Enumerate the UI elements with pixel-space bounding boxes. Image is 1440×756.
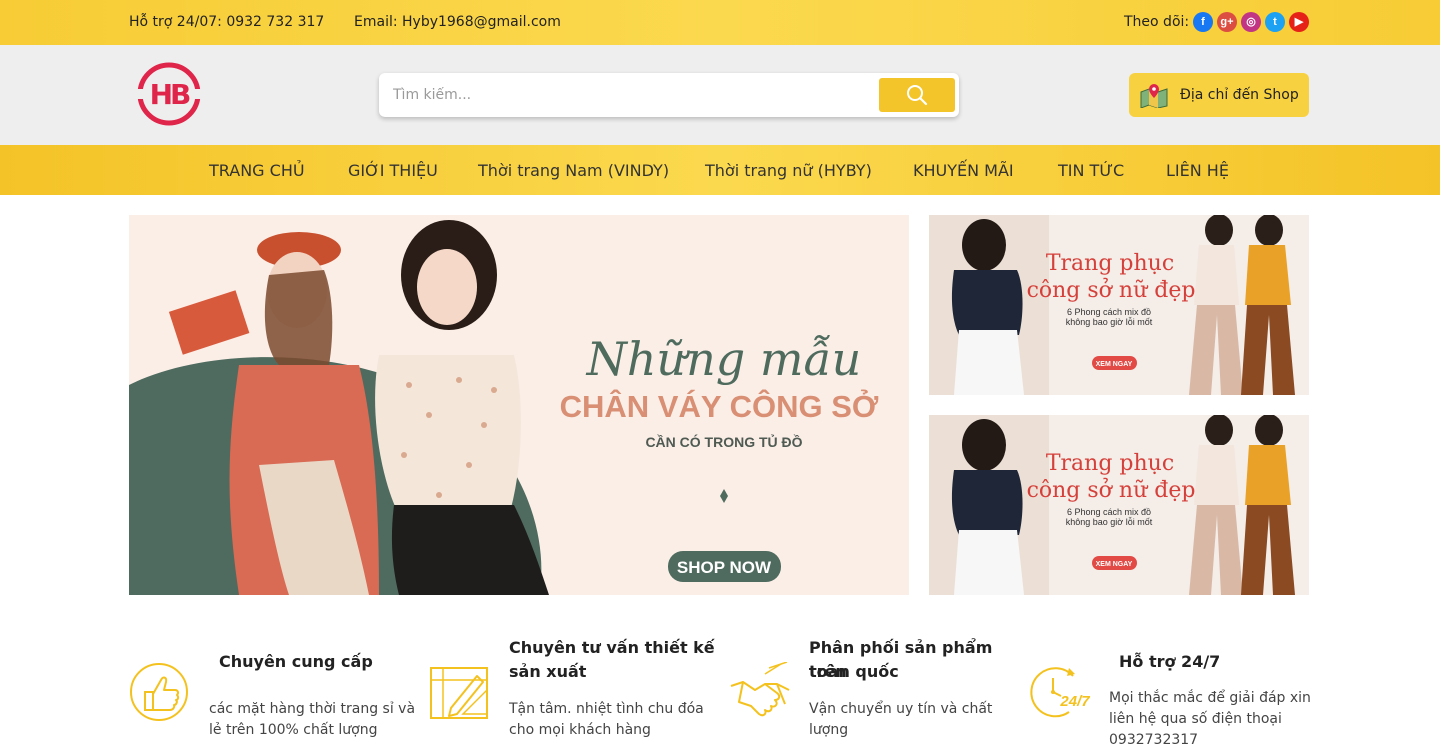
search-input[interactable] xyxy=(393,81,863,109)
support-email[interactable]: Email: Hyby1968@gmail.com xyxy=(354,14,561,30)
hero-illustration: Những mẫu CHÂN VÁY CÔNG SỞ CẦN CÓ TRONG … xyxy=(129,215,909,595)
twitter-icon[interactable]: t xyxy=(1265,12,1285,32)
support-icon-text: 24/7 xyxy=(1059,693,1090,710)
feature-title-line2: sản xuất xyxy=(509,662,587,681)
side-banner-title-line1: Trang phục xyxy=(1046,251,1174,276)
feature-desc-line2: lượng xyxy=(809,722,849,738)
header: HB Địa chỉ đến Shop xyxy=(0,45,1440,145)
nav-item-about[interactable]: GIỚI THIỆU xyxy=(348,161,438,180)
nav-item-men-fashion[interactable]: Thời trang Nam (VINDY) xyxy=(478,161,669,180)
logo-text: HB xyxy=(150,78,190,111)
search-icon xyxy=(907,85,928,106)
side-banner-desc-line1: 6 Phong cách mix đồ xyxy=(1067,307,1151,317)
google-plus-icon[interactable]: g+ xyxy=(1217,12,1237,32)
handshake-icon xyxy=(730,662,790,717)
follow-label: Theo dõi: xyxy=(1124,14,1190,30)
feature-desc-line1: Tận tâm. nhiệt tình chu đóa xyxy=(509,701,704,717)
feature-design: Chuyên tư vấn thiết kế sản xuất Tận tâm.… xyxy=(429,638,719,756)
hero-script-title: Những mẫu xyxy=(586,332,862,386)
side-banner-illustration: Trang phục công sở nữ đẹp 6 Phong cách m… xyxy=(929,215,1309,395)
feature-desc-line1: Mọi thắc mắc để giải đáp xin xyxy=(1109,690,1311,706)
side-banner-top[interactable]: Trang phục công sở nữ đẹp 6 Phong cách m… xyxy=(929,215,1309,395)
youtube-icon[interactable]: ▶ xyxy=(1289,12,1309,32)
hero-shop-now-button[interactable]: SHOP NOW xyxy=(668,551,781,582)
side-banner-cta: XEM NGAY xyxy=(1096,361,1133,368)
nav-item-home[interactable]: TRANG CHỦ xyxy=(209,161,305,180)
instagram-icon[interactable]: ◎ xyxy=(1241,12,1261,32)
side-banner-desc-line2: không bao giờ lỗi mốt xyxy=(1066,517,1153,527)
feature-title-line2: toàn quốc xyxy=(809,662,899,681)
side-banner-title-line1: Trang phục xyxy=(1046,451,1174,476)
nav-item-contact[interactable]: LIÊN HỆ xyxy=(1166,161,1229,180)
hero-banner[interactable]: Những mẫu CHÂN VÁY CÔNG SỞ CẦN CÓ TRONG … xyxy=(129,215,909,595)
feature-title: Chuyên tư vấn thiết kế xyxy=(509,638,715,657)
feature-distribution: Phân phối sản phẩm trên toàn quốc Vận ch… xyxy=(729,638,1019,756)
top-bar: Hỗ trợ 24/07: 0932 732 317 Email: Hyby19… xyxy=(0,0,1440,45)
nav-item-women-fashion[interactable]: Thời trang nữ (HYBY) xyxy=(705,161,872,180)
shop-address-button[interactable]: Địa chỉ đến Shop xyxy=(1129,73,1309,117)
search-button[interactable] xyxy=(879,78,955,112)
search-box xyxy=(379,73,959,117)
side-banner-cta: XEM NGAY xyxy=(1096,561,1133,568)
facebook-icon[interactable]: f xyxy=(1193,12,1213,32)
main-nav: TRANG CHỦ GIỚI THIỆU Thời trang Nam (VIN… xyxy=(0,145,1440,195)
feature-desc-line2: lẻ trên 100% chất lượng xyxy=(209,722,378,738)
support-24-7-icon: 24/7 xyxy=(1030,667,1090,718)
support-hotline[interactable]: Hỗ trợ 24/07: 0932 732 317 xyxy=(129,14,324,30)
side-banner-illustration: Trang phục công sở nữ đẹp 6 Phong cách m… xyxy=(929,415,1309,595)
feature-desc-line3[interactable]: 0932732317 xyxy=(1109,730,1198,751)
feature-support: 24/7 Hỗ trợ 24/7 Mọi thắc mắc để giải đá… xyxy=(1029,640,1319,756)
hero-cta-label: SHOP NOW xyxy=(677,558,772,577)
feature-desc-line2: cho mọi khách hàng xyxy=(509,722,651,738)
feature-title: Chuyên cung cấp xyxy=(219,652,373,671)
hero-subtitle: CẦN CÓ TRONG TỦ ĐỒ xyxy=(645,433,802,450)
map-pin-icon xyxy=(1140,84,1168,108)
side-banner-desc-line1: 6 Phong cách mix đồ xyxy=(1067,507,1151,517)
feature-title: Hỗ trợ 24/7 xyxy=(1119,652,1221,671)
feature-supply: Chuyên cung cấp các mặt hàng thời trang … xyxy=(129,640,419,756)
design-icon xyxy=(430,667,488,719)
hero-title: CHÂN VÁY CÔNG SỞ xyxy=(560,388,879,424)
feature-desc-line2: liên hệ qua số điện thoại xyxy=(1109,711,1282,727)
nav-item-promotions[interactable]: KHUYẾN MÃI xyxy=(913,161,1014,180)
nav-item-news[interactable]: TIN TỨC xyxy=(1058,161,1124,180)
site-logo[interactable]: HB xyxy=(137,62,201,126)
side-banner-title-line2: công sở nữ đẹp xyxy=(1027,477,1196,503)
side-banner-title-line2: công sở nữ đẹp xyxy=(1027,277,1196,303)
feature-desc-line1: Vận chuyển uy tín và chất xyxy=(809,701,993,717)
side-banner-desc-line2: không bao giờ lỗi mốt xyxy=(1066,317,1153,327)
shop-address-label: Địa chỉ đến Shop xyxy=(1180,87,1299,103)
thumbs-up-icon xyxy=(130,663,188,721)
side-banner-bottom[interactable]: Trang phục công sở nữ đẹp 6 Phong cách m… xyxy=(929,415,1309,595)
feature-desc-line1: các mặt hàng thời trang sỉ và xyxy=(209,701,416,717)
